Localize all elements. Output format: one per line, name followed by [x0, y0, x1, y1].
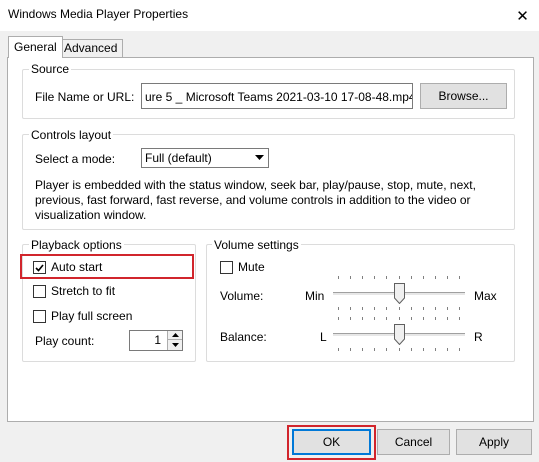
balance-bottom-ticks: [333, 348, 465, 351]
tab-label: General: [14, 40, 57, 54]
slider-tick: [350, 307, 351, 310]
slider-tick: [386, 307, 387, 310]
slider-tick: [374, 317, 375, 320]
slider-tick: [338, 317, 339, 320]
balance-slider[interactable]: [333, 317, 465, 351]
slider-tick: [411, 317, 412, 320]
playback-options-label: Playback options: [29, 238, 124, 252]
slider-tick: [447, 317, 448, 320]
apply-button[interactable]: Apply: [456, 429, 532, 455]
play-count-value: 1: [154, 333, 161, 347]
cancel-button[interactable]: Cancel: [377, 429, 450, 455]
select-mode-label: Select a mode:: [35, 152, 116, 166]
play-count-label: Play count:: [35, 334, 95, 348]
slider-tick: [459, 348, 460, 351]
stretch-to-fit-checkbox[interactable]: [33, 285, 46, 298]
cancel-label: Cancel: [394, 435, 433, 449]
slider-tick: [386, 348, 387, 351]
mode-description: Player is embedded with the status windo…: [35, 178, 476, 222]
apply-label: Apply: [478, 435, 510, 449]
slider-tick: [399, 348, 400, 351]
browse-button[interactable]: Browse...: [420, 83, 507, 109]
slider-tick: [350, 348, 351, 351]
balance-thumb[interactable]: [394, 324, 405, 346]
mode-select-value: Full (default): [145, 151, 212, 165]
spin-down-icon[interactable]: [167, 340, 182, 350]
slider-tick: [362, 317, 363, 320]
volume-min-label: Min: [305, 289, 325, 303]
volume-thumb[interactable]: [394, 283, 405, 305]
stretch-to-fit-label[interactable]: Stretch to fit: [51, 284, 115, 298]
slider-tick: [350, 276, 351, 279]
balance-label: Balance:: [220, 330, 267, 344]
slider-tick: [362, 307, 363, 310]
slider-tick: [362, 348, 363, 351]
slider-tick: [338, 348, 339, 351]
slider-tick: [459, 276, 460, 279]
balance-right-label: R: [474, 330, 483, 344]
slider-tick: [423, 348, 424, 351]
tab-label: Advanced: [64, 41, 118, 55]
mute-checkbox[interactable]: [220, 261, 233, 274]
slider-tick: [411, 276, 412, 279]
slider-tick: [459, 307, 460, 310]
play-count-spinner[interactable]: 1: [129, 330, 183, 351]
slider-tick: [447, 348, 448, 351]
mute-label[interactable]: Mute: [238, 260, 265, 274]
slider-tick: [399, 276, 400, 279]
play-full-screen-label[interactable]: Play full screen: [51, 309, 132, 323]
slider-tick: [386, 276, 387, 279]
slider-tick: [350, 317, 351, 320]
slider-tick: [399, 317, 400, 320]
controls-layout-label: Controls layout: [29, 128, 114, 142]
tab-general[interactable]: General: [8, 36, 63, 58]
volume-max-label: Max: [474, 289, 497, 303]
file-name-value: ure 5 _ Microsoft Teams 2021-03-10 17-08…: [145, 90, 413, 104]
slider-tick: [338, 276, 339, 279]
slider-tick: [374, 307, 375, 310]
slider-tick: [362, 276, 363, 279]
slider-tick: [411, 307, 412, 310]
slider-tick: [411, 348, 412, 351]
ok-highlight: [287, 425, 376, 460]
source-group-label: Source: [29, 62, 72, 76]
spin-up-icon[interactable]: [167, 331, 182, 340]
file-name-input[interactable]: ure 5 _ Microsoft Teams 2021-03-10 17-08…: [141, 83, 413, 109]
slider-tick: [447, 276, 448, 279]
slider-tick: [435, 317, 436, 320]
balance-top-ticks: [333, 317, 465, 320]
slider-tick: [423, 276, 424, 279]
volume-settings-label: Volume settings: [212, 238, 301, 252]
browse-label: Browse...: [438, 89, 489, 103]
volume-bottom-ticks: [333, 307, 465, 310]
play-full-screen-checkbox[interactable]: [33, 310, 46, 323]
slider-tick: [459, 317, 460, 320]
slider-tick: [386, 317, 387, 320]
mode-select[interactable]: Full (default): [141, 148, 269, 168]
volume-top-ticks: [333, 276, 465, 279]
slider-tick: [435, 276, 436, 279]
volume-slider[interactable]: [333, 276, 465, 310]
balance-left-label: L: [320, 330, 327, 344]
slider-tick: [374, 348, 375, 351]
close-icon: ✕: [516, 7, 529, 25]
auto-start-highlight: [20, 254, 194, 279]
slider-tick: [374, 276, 375, 279]
slider-tick: [399, 307, 400, 310]
close-button[interactable]: ✕: [506, 0, 539, 31]
slider-tick: [447, 307, 448, 310]
dropdown-arrow-icon[interactable]: [252, 150, 267, 166]
window-title: Windows Media Player Properties: [8, 7, 189, 21]
volume-label: Volume:: [220, 289, 264, 303]
tab-advanced[interactable]: Advanced: [58, 39, 124, 57]
slider-tick: [423, 317, 424, 320]
slider-tick: [338, 307, 339, 310]
slider-tick: [435, 307, 436, 310]
slider-tick: [435, 348, 436, 351]
file-name-label: File Name or URL:: [35, 90, 135, 104]
slider-tick: [423, 307, 424, 310]
